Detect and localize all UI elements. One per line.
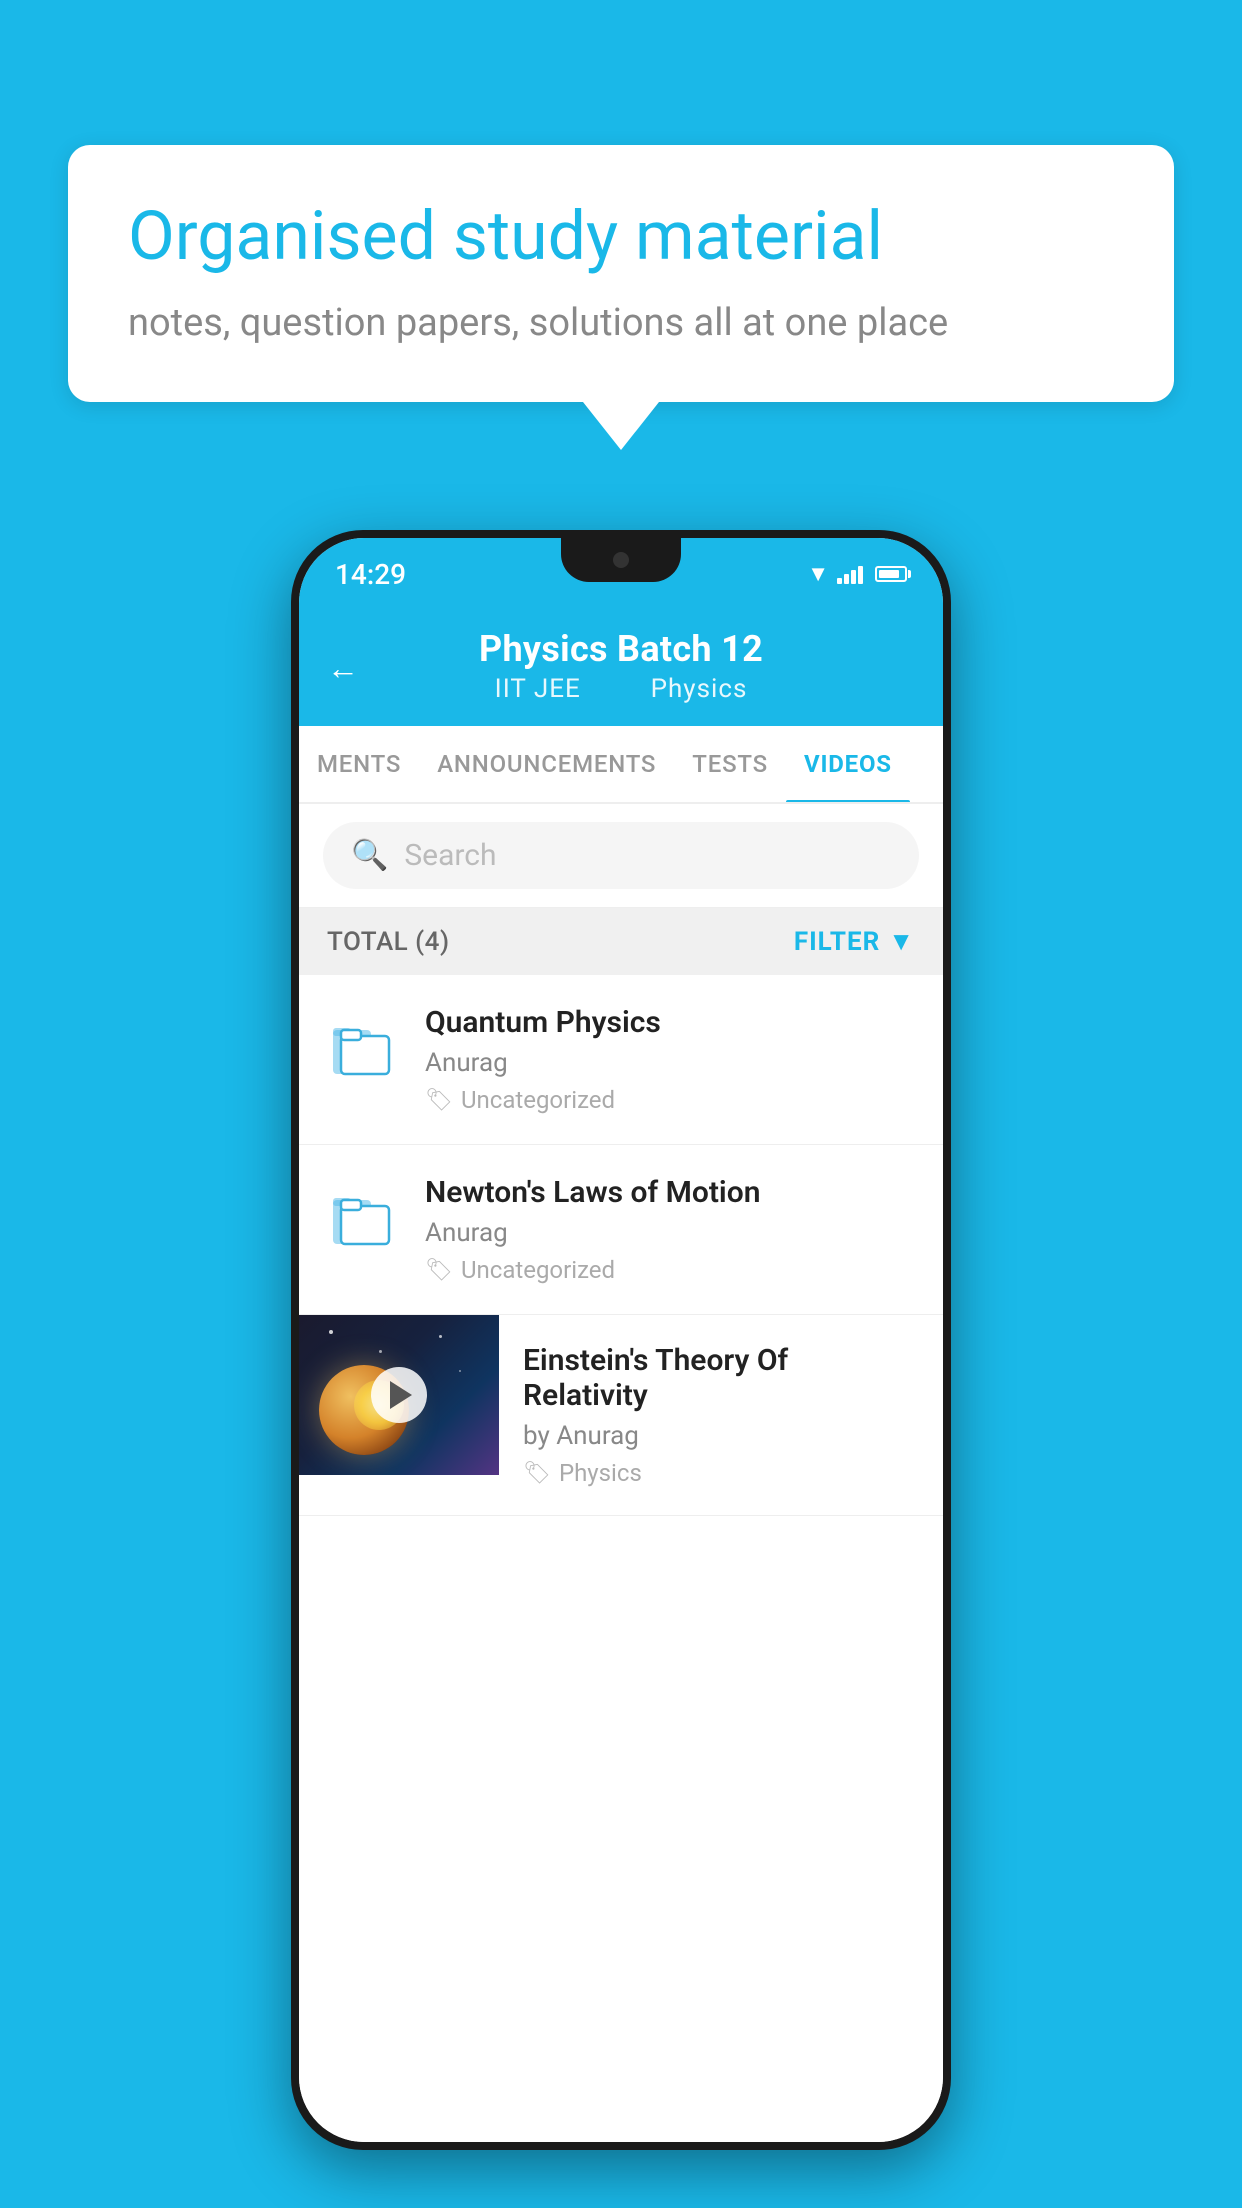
play-triangle-icon bbox=[390, 1381, 412, 1409]
video-item-author: by Anurag bbox=[523, 1421, 919, 1451]
list-item[interactable]: Quantum Physics Anurag 🏷 Uncategorized bbox=[299, 975, 943, 1145]
speech-bubble-arrow bbox=[583, 402, 659, 450]
search-input-wrap[interactable]: 🔍 Search bbox=[323, 822, 919, 889]
video-item-title: Quantum Physics bbox=[425, 1005, 915, 1040]
filter-label: FILTER bbox=[794, 927, 880, 957]
phone-frame: 14:29 ▼ bbox=[291, 530, 951, 2150]
status-notch bbox=[561, 538, 681, 582]
video-item-author: Anurag bbox=[425, 1048, 915, 1078]
tag-icon: 🏷 bbox=[425, 1088, 453, 1113]
camera-dot bbox=[613, 552, 629, 568]
phone-inner: 14:29 ▼ bbox=[299, 538, 943, 2142]
tab-announcements[interactable]: ANNOUNCEMENTS bbox=[419, 726, 674, 802]
tab-tests[interactable]: TESTS bbox=[674, 726, 786, 802]
filter-icon: ▼ bbox=[888, 926, 915, 957]
play-button[interactable] bbox=[371, 1367, 427, 1423]
filter-bar: TOTAL (4) FILTER ▼ bbox=[299, 908, 943, 975]
battery-icon bbox=[875, 566, 907, 582]
total-count: TOTAL (4) bbox=[327, 927, 450, 957]
video-item-author: Anurag bbox=[425, 1218, 915, 1248]
header-subtitle-sep bbox=[608, 674, 623, 704]
speech-bubble-title: Organised study material bbox=[128, 197, 1114, 275]
tag-label: Physics bbox=[559, 1459, 642, 1487]
status-time: 14:29 bbox=[335, 558, 406, 591]
tabs-container: MENTS ANNOUNCEMENTS TESTS VIDEOS bbox=[299, 726, 943, 804]
app-header: ← Physics Batch 12 IIT JEE Physics bbox=[299, 610, 943, 726]
video-item-title: Einstein's Theory Of Relativity bbox=[523, 1343, 919, 1413]
search-placeholder: Search bbox=[404, 838, 496, 873]
tag-label: Uncategorized bbox=[461, 1256, 615, 1284]
tab-ments[interactable]: MENTS bbox=[299, 726, 419, 802]
tag-icon: 🏷 bbox=[523, 1461, 551, 1486]
signal-icon bbox=[837, 564, 863, 584]
tag-label: Uncategorized bbox=[461, 1086, 615, 1114]
search-icon: 🔍 bbox=[351, 838, 388, 873]
video-item-title: Newton's Laws of Motion bbox=[425, 1175, 915, 1210]
list-item[interactable]: Newton's Laws of Motion Anurag 🏷 Uncateg… bbox=[299, 1145, 943, 1315]
speech-bubble-card: Organised study material notes, question… bbox=[68, 145, 1174, 450]
status-icons: ▼ bbox=[807, 561, 907, 587]
folder-icon bbox=[327, 1009, 397, 1089]
video-item-tag: 🏷 Uncategorized bbox=[425, 1086, 915, 1114]
search-bar: 🔍 Search bbox=[299, 804, 943, 908]
tab-videos[interactable]: VIDEOS bbox=[786, 726, 910, 802]
video-thumbnail bbox=[299, 1315, 499, 1475]
video-item-info: Newton's Laws of Motion Anurag 🏷 Uncateg… bbox=[425, 1175, 915, 1284]
video-item-info: Quantum Physics Anurag 🏷 Uncategorized bbox=[425, 1005, 915, 1114]
tag-icon: 🏷 bbox=[425, 1258, 453, 1283]
back-button[interactable]: ← bbox=[327, 649, 359, 687]
video-list: Quantum Physics Anurag 🏷 Uncategorized bbox=[299, 975, 943, 2142]
video-item-info: Einstein's Theory Of Relativity by Anura… bbox=[499, 1315, 943, 1515]
list-item[interactable]: Einstein's Theory Of Relativity by Anura… bbox=[299, 1315, 943, 1516]
header-subtitle-batch: IIT JEE bbox=[495, 674, 581, 704]
header-title: Physics Batch 12 bbox=[479, 628, 763, 670]
folder-icon bbox=[327, 1179, 397, 1259]
video-item-tag: 🏷 Uncategorized bbox=[425, 1256, 915, 1284]
header-subtitle: IIT JEE Physics bbox=[485, 674, 758, 704]
header-subtitle-subject: Physics bbox=[651, 674, 748, 704]
wifi-icon: ▼ bbox=[807, 561, 829, 587]
status-bar: 14:29 ▼ bbox=[299, 538, 943, 610]
filter-button[interactable]: FILTER ▼ bbox=[794, 926, 915, 957]
speech-bubble-subtitle: notes, question papers, solutions all at… bbox=[128, 297, 1114, 350]
video-item-tag: 🏷 Physics bbox=[523, 1459, 919, 1487]
speech-bubble: Organised study material notes, question… bbox=[68, 145, 1174, 402]
